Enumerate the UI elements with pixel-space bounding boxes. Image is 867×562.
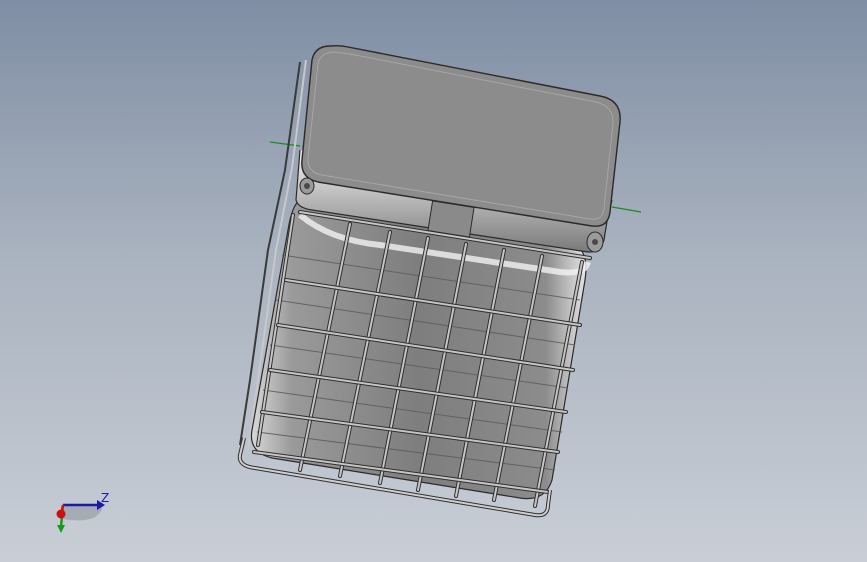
triad-graphic <box>56 500 105 533</box>
lifting-boss-right <box>586 231 604 253</box>
lifting-boss-left <box>299 177 315 195</box>
graphics-viewport[interactable]: Z <box>0 0 867 562</box>
orientation-triad[interactable]: Z <box>45 485 125 545</box>
ibc-tank-model[interactable] <box>0 0 867 562</box>
triad-z-label: Z <box>101 491 110 505</box>
triad-y-arrow <box>57 525 65 533</box>
triad-x-arrow <box>56 509 66 519</box>
